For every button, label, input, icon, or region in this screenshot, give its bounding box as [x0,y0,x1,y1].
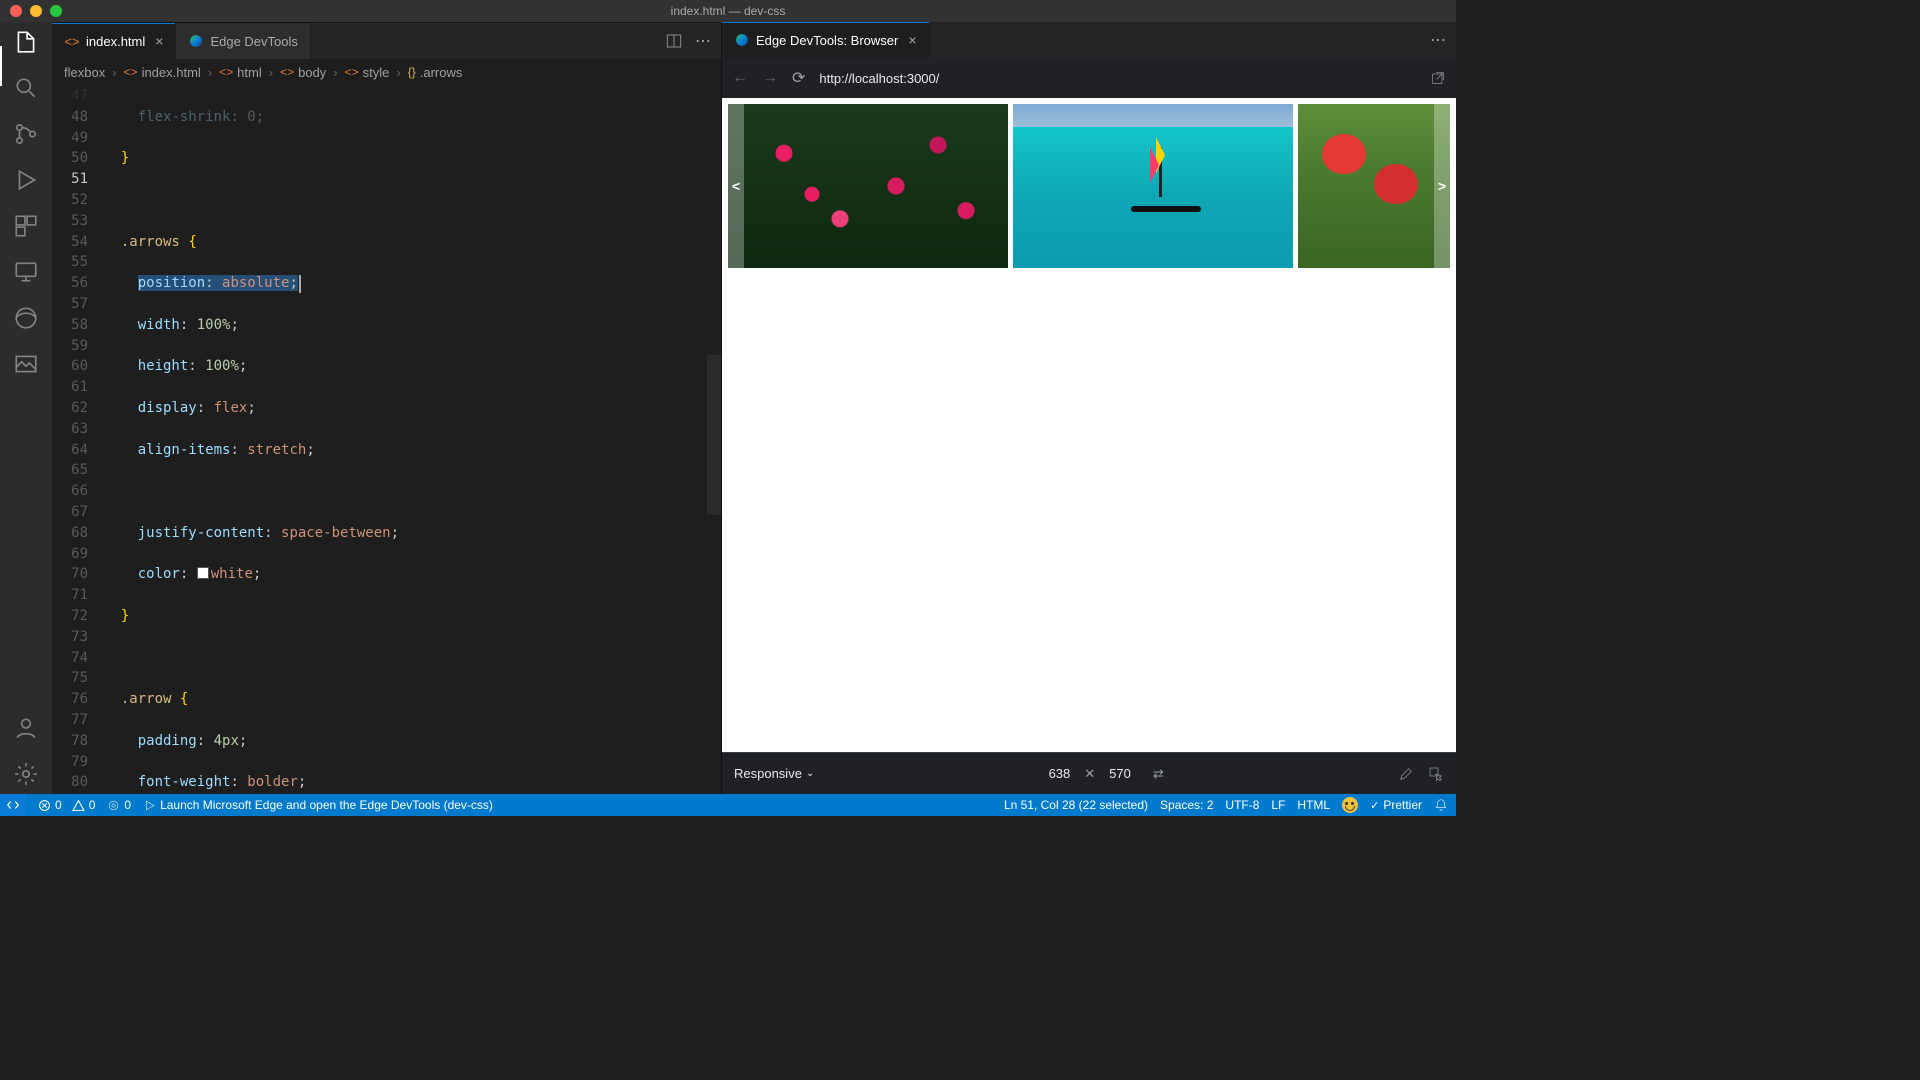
html-file-icon: <> [64,33,80,49]
remote-explorer-icon[interactable] [12,258,40,286]
source-control-icon[interactable] [12,120,40,148]
breadcrumbs[interactable]: flexbox › <>index.html › <>html › <>body… [52,59,721,85]
browser-address-bar: ← → ⟳ http://localhost:3000/ [722,58,1456,98]
editor-tab-actions: ⋯ [655,23,721,59]
tab-label: index.html [86,34,145,49]
dimension-x-icon: ✕ [1084,766,1095,782]
accounts-icon[interactable] [12,714,40,742]
status-errors[interactable]: 0 0 [38,798,95,812]
chevron-right-icon: › [266,65,276,80]
edge-icon [188,33,204,49]
html-file-icon: <> [124,65,138,79]
css-rule-icon: {} [408,65,416,79]
devtools-panel: Edge DevTools: Browser × ⋯ ← → ⟳ http://… [721,22,1456,794]
window-title: index.html — dev-css [671,4,786,18]
breadcrumb-style: <>style [345,65,390,80]
tab-label: Edge DevTools [210,34,297,49]
breadcrumb-selector: {}.arrows [408,65,463,80]
rotate-icon[interactable]: ⇄ [1153,766,1164,782]
open-external-icon[interactable] [1430,70,1446,86]
viewport-width[interactable]: 638 [1049,766,1071,781]
status-ports[interactable]: 0 [107,798,131,812]
minimap-scrollbar[interactable] [707,355,721,515]
breadcrumb-html: <>html [219,65,262,80]
status-notifications-icon[interactable] [1434,798,1448,812]
editor-tabs: <> index.html × Edge DevTools ⋯ [52,23,721,59]
close-window-button[interactable] [10,5,22,17]
status-indent[interactable]: Spaces: 2 [1160,798,1213,812]
line-gutter: 47 484950 51 525354555657585960616263646… [52,85,104,794]
reload-icon[interactable]: ⟳ [792,68,805,88]
traffic-lights [10,5,62,17]
search-icon[interactable] [12,74,40,102]
inspect-icon[interactable] [1428,766,1444,782]
chevron-right-icon: › [109,65,119,80]
status-launch-task[interactable]: Launch Microsoft Edge and open the Edge … [143,798,493,812]
activity-bar [0,22,52,794]
maximize-window-button[interactable] [50,5,62,17]
devtools-tab-actions: ⋯ [1420,22,1456,58]
edge-icon [734,32,750,48]
breadcrumb-file: <>index.html [124,65,201,80]
devtools-tabs: Edge DevTools: Browser × ⋯ [722,22,1456,58]
code-editor[interactable]: 47 484950 51 525354555657585960616263646… [52,85,721,794]
tab-devtools-browser[interactable]: Edge DevTools: Browser × [722,22,930,58]
address-url[interactable]: http://localhost:3000/ [819,71,1416,86]
close-tab-icon[interactable]: × [155,33,163,49]
browser-preview[interactable]: < > [722,98,1456,752]
breadcrumb-folder: flexbox [64,65,105,80]
chevron-down-icon: ⌄ [806,768,814,779]
preview-image-flowers [728,104,1008,268]
chevron-right-icon: › [330,65,340,80]
more-actions-icon[interactable]: ⋯ [1430,30,1446,50]
tag-icon: <> [219,65,233,79]
media-icon[interactable] [12,350,40,378]
preview-image-poppy [1298,104,1450,268]
preview-carousel: < > [728,104,1450,268]
minimize-window-button[interactable] [30,5,42,17]
tab-index-html[interactable]: <> index.html × [52,23,176,59]
chevron-right-icon: › [393,65,403,80]
viewport-height[interactable]: 570 [1109,766,1131,781]
nav-back-icon[interactable]: ← [732,69,748,87]
more-actions-icon[interactable]: ⋯ [695,31,711,51]
preview-image-catamaran [1013,104,1293,268]
color-picker-icon[interactable] [1398,766,1414,782]
responsive-dropdown[interactable]: Responsive ⌄ [734,766,814,781]
tag-icon: <> [345,65,359,79]
device-toolbar: Responsive ⌄ 638 ✕ 570 ⇄ [722,752,1456,794]
nav-forward-icon[interactable]: → [762,69,778,87]
explorer-icon[interactable] [12,28,40,56]
code-content[interactable]: flex-shrink: 0; } .arrows { position: ab… [104,85,721,794]
status-eol[interactable]: LF [1271,798,1285,812]
macos-titlebar: index.html — dev-css [0,0,1456,22]
extensions-icon[interactable] [12,212,40,240]
tab-edge-devtools[interactable]: Edge DevTools [176,23,310,59]
close-tab-icon[interactable]: × [908,32,916,48]
status-encoding[interactable]: UTF-8 [1225,798,1259,812]
run-debug-icon[interactable] [12,166,40,194]
status-language[interactable]: HTML [1297,798,1330,812]
tab-label: Edge DevTools: Browser [756,33,898,48]
status-feedback-icon[interactable] [1342,797,1358,813]
breadcrumb-body: <>body [280,65,326,80]
split-editor-icon[interactable] [665,32,683,50]
editor-group: <> index.html × Edge DevTools ⋯ flexbox … [52,22,721,794]
status-prettier[interactable]: ✓Prettier [1370,798,1422,812]
settings-gear-icon[interactable] [12,760,40,788]
remote-indicator[interactable] [0,794,26,816]
tag-icon: <> [280,65,294,79]
chevron-right-icon: › [205,65,215,80]
status-bar: 0 0 0 Launch Microsoft Edge and open the… [0,794,1456,816]
status-cursor[interactable]: Ln 51, Col 28 (22 selected) [1004,798,1148,812]
edge-tools-icon[interactable] [12,304,40,332]
